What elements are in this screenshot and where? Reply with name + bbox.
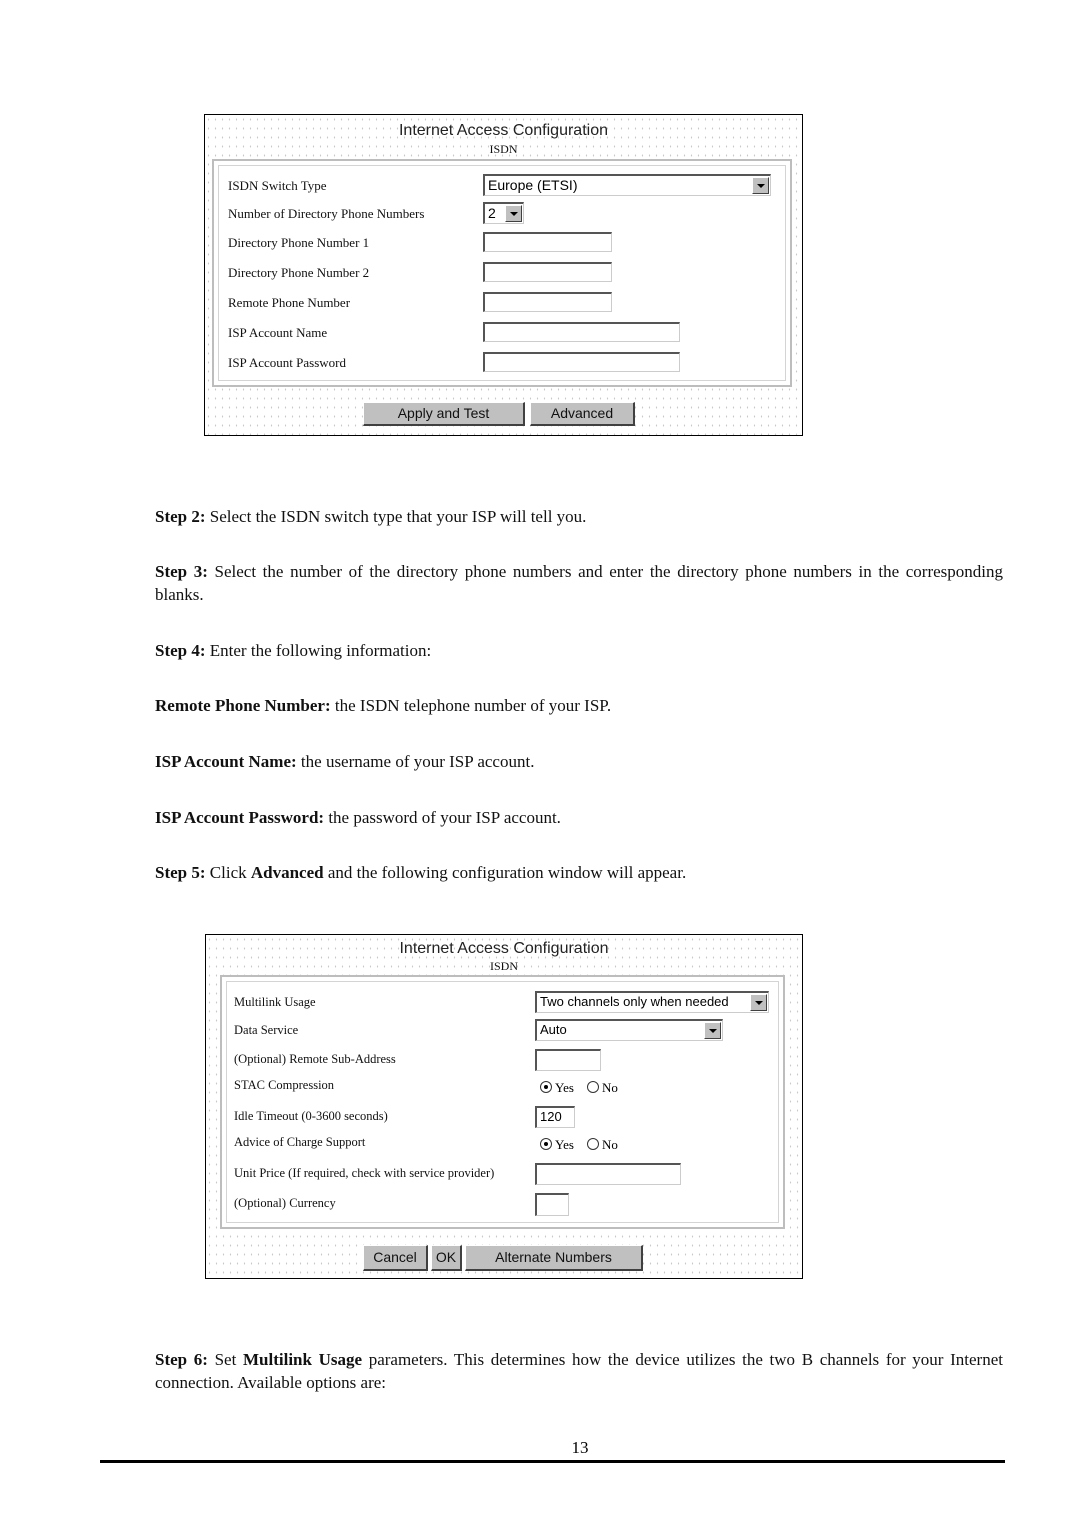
radio-label: Yes [555,1080,574,1095]
advice-of-charge-yes[interactable]: Yes [540,1137,574,1153]
term-label: ISP Account Password: [155,808,325,827]
chevron-down-icon[interactable] [505,205,522,222]
isp-account-name-description: ISP Account Name: the username of your I… [155,750,1003,773]
remote-phone-label: Remote Phone Number [228,295,351,310]
cancel-button[interactable]: Cancel [363,1245,428,1271]
remote-phone-description: Remote Phone Number: the ISDN telephone … [155,694,1003,717]
isdn-config-panel-basic: Internet Access Configuration ISDN ISDN … [204,114,803,436]
stac-compression-no[interactable]: No [587,1080,618,1096]
radio-unselected-icon[interactable] [587,1081,599,1093]
step-3-text: Step 3: Select the number of the directo… [155,560,1003,606]
chevron-down-icon[interactable] [704,1022,721,1039]
isp-account-name-input[interactable] [483,322,680,342]
radio-unselected-icon[interactable] [587,1138,599,1150]
isp-account-name-label: ISP Account Name [228,325,328,340]
isdn-switch-type-label: ISDN Switch Type [228,178,327,193]
advice-of-charge-label: Advice of Charge Support [234,1135,366,1149]
page-number: 13 [571,1438,589,1457]
remote-sub-address-input[interactable] [535,1049,601,1071]
step-body: and the following configuration window w… [323,863,687,882]
panel-title: Internet Access Configuration [398,122,608,139]
step-body: Enter the following information: [205,641,432,660]
form-area: Multilink Usage Two channels only when n… [220,975,785,1229]
term-body: the username of your ISP account. [296,752,535,771]
data-service-value: Auto [540,1022,567,1037]
isp-account-password-label: ISP Account Password [228,355,346,370]
step-label: Step 6: [155,1350,208,1369]
directory-phone-2-label: Directory Phone Number 2 [228,265,370,280]
idle-timeout-input[interactable]: 120 [535,1106,575,1128]
directory-count-select[interactable]: 2 [483,202,524,224]
term-label: ISP Account Name: [155,752,297,771]
step-5-text: Step 5: Click Advanced and the following… [155,861,1003,884]
step-6-text: Step 6: Set Multilink Usage parameters. … [155,1348,1003,1394]
currency-input[interactable] [535,1193,569,1216]
panel-subtitle: ISDN [489,142,518,156]
data-service-label: Data Service [234,1023,299,1037]
form-area: ISDN Switch Type Europe (ETSI) Number of… [212,159,792,387]
alternate-numbers-button[interactable]: Alternate Numbers [465,1245,643,1271]
term-body: the password of your ISP account. [324,808,561,827]
step-body: Select the number of the directory phone… [155,562,1003,604]
stac-compression-yes[interactable]: Yes [540,1080,574,1096]
term-label: Remote Phone Number: [155,696,331,715]
currency-label: (Optional) Currency [234,1196,336,1210]
chevron-down-icon[interactable] [750,994,767,1011]
term-body: the ISDN telephone number of your ISP. [330,696,612,715]
data-service-select[interactable]: Auto [535,1019,723,1041]
step-label: Step 5: [155,863,206,882]
unit-price-label: Unit Price (If required, check with serv… [234,1166,495,1180]
advice-of-charge-no[interactable]: No [587,1137,618,1153]
step-4-text: Step 4: Enter the following information: [155,639,1003,662]
isdn-switch-type-select[interactable]: Europe (ETSI) [483,174,771,196]
radio-label: Yes [555,1137,574,1152]
panel-subtitle: ISDN [489,959,518,973]
isp-account-password-input[interactable] [483,352,680,372]
directory-count-value: 2 [488,205,496,221]
directory-phone-1-input[interactable] [483,232,612,252]
directory-phone-2-input[interactable] [483,262,612,282]
stac-compression-label: STAC Compression [234,1078,335,1092]
multilink-usage-label: Multilink Usage [234,995,316,1009]
advanced-button[interactable]: Advanced [530,402,635,426]
panel-title: Internet Access Configuration [399,940,609,957]
step-body: Click [205,863,251,882]
radio-selected-icon[interactable] [540,1138,552,1150]
step-body: Set [207,1350,243,1369]
step-emphasis: Multilink Usage [242,1350,363,1369]
isdn-config-panel-advanced: Internet Access Configuration ISDN Multi… [205,934,803,1279]
isp-account-password-description: ISP Account Password: the password of yo… [155,806,1003,829]
remote-phone-input[interactable] [483,292,612,312]
unit-price-input[interactable] [535,1163,681,1185]
idle-timeout-label: Idle Timeout (0-3600 seconds) [234,1109,388,1123]
step-2-text: Step 2: Select the ISDN switch type that… [155,505,1003,528]
multilink-usage-value: Two channels only when needed [540,994,729,1009]
radio-label: No [602,1137,618,1152]
apply-and-test-button[interactable]: Apply and Test [363,402,525,426]
step-emphasis: Advanced [250,863,324,882]
step-body: Select the ISDN switch type that your IS… [205,507,587,526]
remote-sub-address-label: (Optional) Remote Sub-Address [234,1052,396,1066]
radio-selected-icon[interactable] [540,1081,552,1093]
multilink-usage-select[interactable]: Two channels only when needed [535,991,769,1013]
ok-button[interactable]: OK [431,1245,462,1271]
step-label: Step 3: [155,562,208,581]
step-label: Step 2: [155,507,206,526]
directory-count-label: Number of Directory Phone Numbers [228,206,425,221]
radio-label: No [602,1080,618,1095]
isdn-switch-type-value: Europe (ETSI) [488,177,578,193]
footer-divider [100,1460,1005,1463]
directory-phone-1-label: Directory Phone Number 1 [228,235,370,250]
chevron-down-icon[interactable] [752,177,769,194]
step-label: Step 4: [155,641,206,660]
